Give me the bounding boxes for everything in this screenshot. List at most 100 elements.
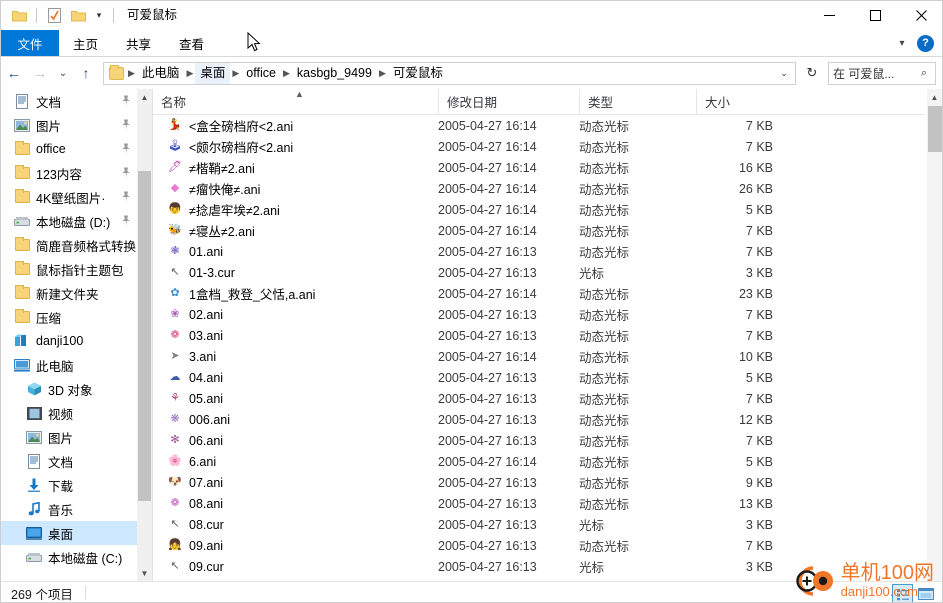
table-row[interactable]: 👦 ≠捻虐牢埃≠2.ani 2005-04-27 16:14 动态光标 5 KB [153,199,925,220]
tab-home[interactable]: 主页 [59,30,112,56]
sidebar-item-2[interactable]: office [1,137,137,161]
breadcrumb-separator-2[interactable]: ▶ [230,68,241,79]
sidebar-item-14[interactable]: 图片 [1,425,137,449]
tab-share[interactable]: 共享 [112,30,165,56]
table-row[interactable]: 🖊 ≠楷鞘≠2.ani 2005-04-27 16:14 动态光标 16 KB [153,157,925,178]
sidebar-item-6[interactable]: 简鹿音频格式转换 [1,233,137,257]
pictures-icon [13,117,31,133]
table-row[interactable]: 🌸 6.ani 2005-04-27 16:14 动态光标 5 KB [153,451,925,472]
table-row[interactable]: 👧 09.ani 2005-04-27 16:13 动态光标 7 KB [153,535,925,556]
customize-quick-access-caret-icon[interactable]: ▾ [92,6,106,26]
sidebar-item-10[interactable]: danji100 [1,329,137,353]
forward-button[interactable]: → [27,60,53,86]
breadcrumb-dropdown-icon[interactable]: ⌄ [775,68,793,79]
back-button[interactable]: ← [1,60,27,86]
breadcrumb[interactable]: ▶ 此电脑 ▶ 桌面 ▶ office ▶ kasbgb_9499 ▶ 可爱鼠标… [103,61,796,85]
file-scroll-up-icon[interactable]: ▲ [927,89,942,105]
breadcrumb-item-kasbgb[interactable]: kasbgb_9499 [292,63,377,84]
properties-icon[interactable] [44,6,64,26]
breadcrumb-separator-0[interactable]: ▶ [126,68,137,79]
sidebar-item-16[interactable]: 下载 [1,473,137,497]
tab-file[interactable]: 文件 [1,30,59,56]
pin-icon[interactable] [121,143,131,155]
breadcrumb-separator-3[interactable]: ▶ [281,68,292,79]
table-row[interactable]: ⚘ 05.ani 2005-04-27 16:13 动态光标 7 KB [153,388,925,409]
table-row[interactable]: ↖ 09.cur 2005-04-27 16:13 光标 3 KB [153,556,925,577]
navigation-scrollbar[interactable]: ▲ ▼ [137,89,152,581]
folder-icon[interactable] [9,6,29,26]
pin-icon[interactable] [121,95,131,107]
breadcrumb-item-current[interactable]: 可爱鼠标 [388,63,448,84]
table-row[interactable]: ☁ 04.ani 2005-04-27 16:13 动态光标 5 KB [153,367,925,388]
column-header-date[interactable]: 修改日期 [438,89,579,114]
large-icons-view-icon[interactable] [915,584,936,602]
table-row[interactable]: 🐶 07.ani 2005-04-27 16:13 动态光标 9 KB [153,472,925,493]
table-row[interactable]: ❀ 02.ani 2005-04-27 16:13 动态光标 7 KB [153,304,925,325]
file-date-cell: 2005-04-27 16:13 [438,433,537,448]
column-header-size[interactable]: 大小 [696,89,776,114]
sidebar-item-13[interactable]: 视频 [1,401,137,425]
sidebar-item-8[interactable]: 新建文件夹 [1,281,137,305]
details-view-icon[interactable] [892,584,913,602]
table-row[interactable]: ↖ 01-3.cur 2005-04-27 16:13 光标 3 KB [153,262,925,283]
sidebar-item-12[interactable]: 3D 对象 [1,377,137,401]
table-row[interactable]: ❃ 01.ani 2005-04-27 16:13 动态光标 7 KB [153,241,925,262]
sidebar-item-17[interactable]: 音乐 [1,497,137,521]
sidebar-item-9[interactable]: 压缩 [1,305,137,329]
table-row[interactable]: ✿ 1盒档_救登_父恬,a.ani 2005-04-27 16:14 动态光标 23 K… [153,283,925,304]
table-row[interactable]: ✻ 06.ani 2005-04-27 16:13 动态光标 7 KB [153,430,925,451]
file-date-cell: 2005-04-27 16:13 [438,538,537,553]
sidebar-item-1[interactable]: 图片 [1,113,137,137]
sidebar-item-7[interactable]: 鼠标指针主题包 [1,257,137,281]
sidebar-item-19[interactable]: 本地磁盘 (C:) [1,545,137,569]
table-row[interactable]: ↖ 08.cur 2005-04-27 16:13 光标 3 KB [153,514,925,535]
sidebar-item-0[interactable]: 文档 [1,89,137,113]
refresh-icon[interactable]: ↻ [802,65,822,81]
recent-locations-button[interactable]: ⌄ [53,60,73,86]
nav-scroll-thumb[interactable] [138,171,151,501]
breadcrumb-separator-4[interactable]: ▶ [377,68,388,79]
sidebar-item-4[interactable]: 4K壁纸图片· [1,185,137,209]
table-row[interactable]: 💃 <盒全磅档府<2.ani 2005-04-27 16:14 动态光标 7 KB [153,115,925,136]
table-row[interactable]: 🕹 <颇尔磅档府<2.ani 2005-04-27 16:14 动态光标 7 KB [153,136,925,157]
help-icon[interactable]: ? [917,34,934,52]
breadcrumb-item-office[interactable]: office [241,63,281,84]
nav-scroll-down-icon[interactable]: ▼ [137,565,152,581]
table-row[interactable]: ❋ 006.ani 2005-04-27 16:13 动态光标 12 KB [153,409,925,430]
up-button[interactable]: ↑ [73,60,99,86]
table-row[interactable]: ❁ 03.ani 2005-04-27 16:13 动态光标 7 KB [153,325,925,346]
table-row[interactable]: ❁ 08.ani 2005-04-27 16:13 动态光标 13 KB [153,493,925,514]
sidebar-item-11[interactable]: 此电脑 [1,353,137,377]
breadcrumb-separator-1[interactable]: ▶ [184,68,195,79]
breadcrumb-item-desktop[interactable]: 桌面 [195,62,231,84]
column-header-name[interactable]: 名称 [153,89,438,114]
search-input[interactable]: 在 可爱鼠... ⌕ [828,61,936,85]
sidebar-item-15[interactable]: 文档 [1,449,137,473]
chevron-down-icon[interactable]: ▾ [893,33,911,53]
status-bar: 269 个项目 [1,581,942,602]
table-row[interactable]: ◆ ≠瘤快俺≠.ani 2005-04-27 16:14 动态光标 26 KB [153,178,925,199]
pin-icon[interactable] [121,215,131,227]
pin-icon[interactable] [121,191,131,203]
file-name-label: 1盒档_救登_父恬,a.ani [189,288,316,302]
column-header-type[interactable]: 类型 [579,89,696,114]
breadcrumb-item-this-pc[interactable]: 此电脑 [137,63,185,84]
search-icon[interactable]: ⌕ [917,67,931,80]
minimize-button[interactable] [806,1,852,30]
file-list-scrollbar[interactable]: ▲ [927,89,942,581]
tab-view[interactable]: 查看 [165,30,218,56]
close-button[interactable] [898,1,942,30]
table-row[interactable]: 🐝 ≠寝丛≠2.ani 2005-04-27 16:14 动态光标 7 KB [153,220,925,241]
file-name-label: <颇尔磅档府<2.ani [189,141,294,155]
sidebar-item-18[interactable]: 桌面 [1,521,137,545]
new-folder-icon[interactable] [68,6,88,26]
sidebar-item-5[interactable]: 本地磁盘 (D:) [1,209,137,233]
nav-scroll-up-icon[interactable]: ▲ [137,89,152,105]
sidebar-item-3[interactable]: 123内容 [1,161,137,185]
table-row[interactable]: ➤ 3.ani 2005-04-27 16:14 动态光标 10 KB [153,346,925,367]
maximize-button[interactable] [852,1,898,30]
pin-icon[interactable] [121,119,131,131]
file-scroll-thumb[interactable] [928,106,942,152]
pin-icon[interactable] [121,167,131,179]
sidebar-item-label: 下载 [48,479,74,494]
